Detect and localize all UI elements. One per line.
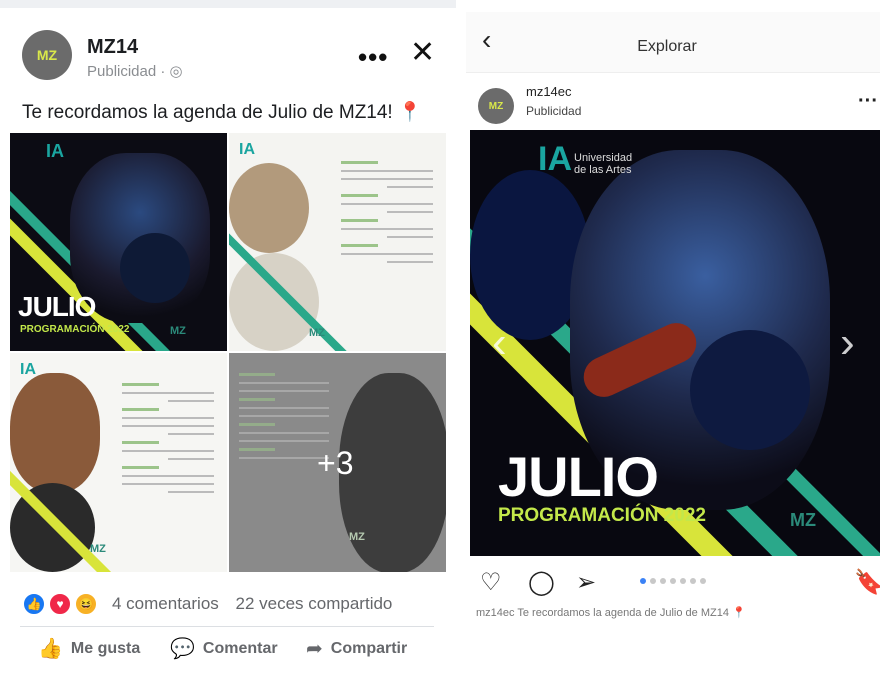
mz14-logo: MZ [349, 531, 365, 543]
post-text: Te recordamos la agenda de Julio de MZ14… [22, 102, 422, 123]
avatar-logo-text: MZ [488, 100, 504, 112]
avatar-logo-text: MZ [36, 47, 58, 63]
mz14-logo: MZ [170, 325, 186, 337]
image-tile-more[interactable]: +3 MZ [229, 353, 446, 572]
event-list [341, 161, 433, 269]
carousel-indicator [640, 578, 710, 584]
comment-icon: 💬 [170, 638, 195, 660]
like-label: Me gusta [70, 639, 141, 657]
ig-username[interactable]: mz14ec [526, 84, 572, 99]
ig-post-image[interactable]: IA Universidad de las Artes JULIO PROGRA… [470, 130, 880, 556]
bookmark-icon[interactable]: 🔖 [854, 568, 880, 597]
like-button[interactable]: 👍 Me gusta [38, 636, 140, 661]
divider [20, 626, 434, 627]
share-icon[interactable]: ➢ [576, 568, 596, 597]
ua-logo-text: Universidad de las Artes [574, 152, 633, 176]
love-reaction-icon: ♥ [48, 592, 72, 616]
pin-icon: 📍 [398, 102, 422, 123]
top-bar [0, 0, 456, 8]
comment-icon[interactable]: ◯ [528, 568, 555, 597]
share-label: Compartir [330, 639, 408, 657]
next-arrow-icon[interactable]: › [840, 318, 855, 368]
sponsored-label: Publicidad [526, 104, 582, 118]
mz14-logo: MZ [309, 327, 325, 339]
julio-title: JULIO [18, 291, 96, 322]
close-icon[interactable]: ✕ [410, 38, 435, 68]
comments-count[interactable]: 4 comentarios [112, 594, 219, 613]
julio-title: JULIO [498, 445, 659, 508]
mz14-logo: MZ [790, 510, 816, 530]
share-icon: ➦ [306, 638, 323, 660]
more-images-count[interactable]: +3 [317, 445, 353, 482]
ua-logo: IA [20, 361, 36, 378]
prev-arrow-icon[interactable]: ‹ [492, 318, 507, 368]
more-options-icon[interactable]: ··· [858, 90, 878, 113]
instagram-post: ‹ Explorar MZ mz14ec Publicidad ··· IA U… [466, 12, 880, 674]
mz14-logo: MZ [90, 543, 106, 555]
haha-reaction-icon: 😆 [74, 592, 98, 616]
shares-count[interactable]: 22 veces compartido [236, 594, 393, 613]
page-name[interactable]: MZ14 [87, 36, 138, 59]
ua-logo: IA [538, 140, 572, 178]
like-reaction-icon: 👍 [22, 592, 46, 616]
ig-avatar[interactable]: MZ [478, 88, 514, 124]
sponsored-label: Publicidad · ◎ [87, 63, 183, 80]
comment-label: Comentar [202, 639, 278, 657]
ig-header: ‹ Explorar [466, 12, 880, 73]
ua-logo: IA [239, 141, 255, 158]
image-tile-2[interactable]: IA MZ [229, 133, 446, 351]
event-list [239, 373, 329, 465]
more-options-icon[interactable]: ••• [358, 42, 388, 73]
post-stats: 4 comentarios 22 veces compartido [112, 594, 392, 614]
thumbs-up-icon: 👍 [38, 638, 63, 660]
event-list [122, 383, 214, 499]
programacion-label: PROGRAMACIÓN 2022 [20, 324, 130, 335]
share-button[interactable]: ➦ Compartir [306, 636, 407, 661]
ig-caption: mz14ec Te recordamos la agenda de Julio … [476, 607, 746, 619]
image-tile-1[interactable]: IA JULIO PROGRAMACIÓN 2022 MZ [10, 133, 227, 351]
image-grid[interactable]: IA JULIO PROGRAMACIÓN 2022 MZ IA MZ IA M… [10, 133, 446, 572]
ua-logo: IA [46, 141, 64, 161]
heart-icon[interactable]: ♡ [480, 568, 502, 597]
image-tile-3[interactable]: IA MZ [10, 353, 227, 572]
pin-icon: 📍 [732, 607, 746, 619]
programacion-label: PROGRAMACIÓN 2022 [498, 505, 706, 526]
page-avatar[interactable]: MZ [22, 30, 72, 80]
comment-button[interactable]: 💬 Comentar [170, 636, 278, 661]
header-title: Explorar [637, 38, 697, 55]
facebook-post: MZ MZ14 Publicidad · ◎ ••• ✕ Te recordam… [0, 0, 456, 674]
globe-icon: ◎ [169, 63, 183, 80]
reactions[interactable]: 👍 ♥ 😆 [22, 592, 100, 616]
